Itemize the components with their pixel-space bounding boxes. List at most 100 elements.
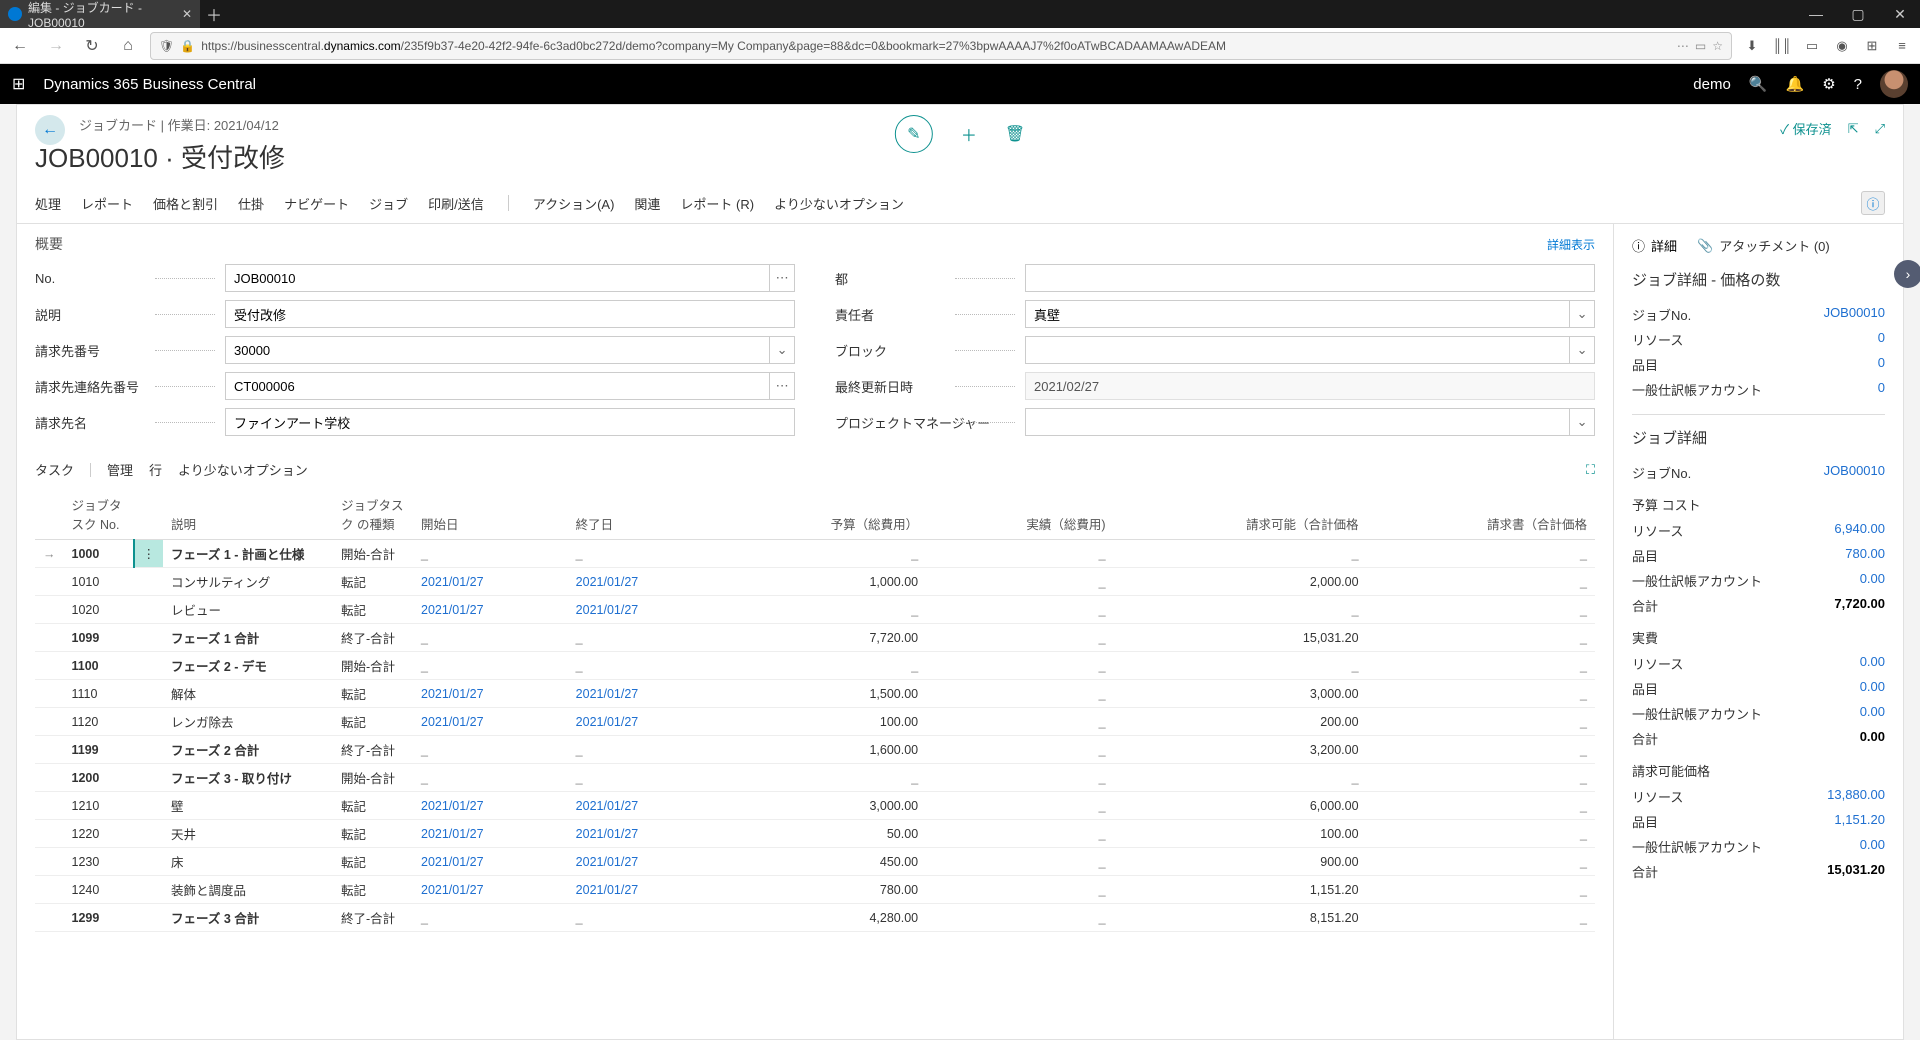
table-cell[interactable]: _ <box>926 540 1113 568</box>
field-responsible[interactable] <box>1025 300 1570 328</box>
table-cell[interactable]: _ <box>1367 568 1595 596</box>
fb-value[interactable]: 0.00 <box>1860 704 1885 723</box>
table-cell[interactable]: 転記 <box>333 568 413 596</box>
action-wip[interactable]: 仕掛 <box>238 194 264 213</box>
table-cell[interactable]: 200.00 <box>1114 708 1367 736</box>
col-invoice[interactable]: 請求書（合計価格 <box>1367 489 1595 540</box>
forward-icon[interactable]: → <box>42 32 70 60</box>
table-cell[interactable]: _ <box>926 568 1113 596</box>
table-cell[interactable]: 1220 <box>64 820 134 848</box>
col-desc[interactable]: 説明 <box>163 489 333 540</box>
table-cell[interactable]: _ <box>1367 680 1595 708</box>
field-billto[interactable] <box>225 336 770 364</box>
table-cell[interactable]: 1199 <box>64 736 134 764</box>
fb-value[interactable]: 0 <box>1878 355 1885 374</box>
table-cell[interactable]: _ <box>568 904 723 932</box>
table-cell[interactable]: 2021/01/27 <box>413 708 568 736</box>
url-bar[interactable]: 🛡 🔒 https://businesscentral.dynamics.com… <box>150 32 1732 60</box>
row-selector[interactable] <box>35 652 64 680</box>
avatar[interactable] <box>1880 70 1908 98</box>
table-cell[interactable]: 1110 <box>64 680 134 708</box>
browser-tab[interactable]: 編集 - ジョブカード - JOB00010 ✕ <box>0 0 200 28</box>
account-icon[interactable]: ◉ <box>1830 34 1854 58</box>
table-cell[interactable]: 2021/01/27 <box>413 848 568 876</box>
home-icon[interactable]: ⌂ <box>114 32 142 60</box>
fb-value[interactable]: 0.00 <box>1860 837 1885 856</box>
row-selector[interactable] <box>35 848 64 876</box>
table-cell[interactable]: 2021/01/27 <box>413 876 568 904</box>
table-cell[interactable]: 終了-合計 <box>333 904 413 932</box>
fb-value[interactable]: 0.00 <box>1860 679 1885 698</box>
menu-icon[interactable]: ≡ <box>1890 34 1914 58</box>
back-button[interactable]: ← <box>35 115 65 145</box>
table-cell[interactable]: _ <box>413 540 568 568</box>
edit-icon[interactable]: ✎ <box>895 115 933 153</box>
fb-value[interactable]: 0 <box>1878 330 1885 349</box>
table-cell[interactable]: _ <box>926 764 1113 792</box>
field-contact[interactable] <box>225 372 770 400</box>
table-cell[interactable]: 1200 <box>64 764 134 792</box>
table-cell[interactable]: 450.00 <box>722 848 926 876</box>
table-cell[interactable]: レンガ除去 <box>163 708 333 736</box>
search-icon[interactable]: 🔍 <box>1749 75 1768 93</box>
table-cell[interactable]: 3,200.00 <box>1114 736 1367 764</box>
fb-value[interactable]: 1,151.20 <box>1834 812 1885 831</box>
row-selector[interactable] <box>35 708 64 736</box>
table-cell[interactable]: 1120 <box>64 708 134 736</box>
table-cell[interactable]: _ <box>413 736 568 764</box>
fb-value[interactable]: 13,880.00 <box>1827 787 1885 806</box>
table-cell[interactable]: 開始-合計 <box>333 540 413 568</box>
reader-icon[interactable]: ▭ <box>1695 39 1706 53</box>
action-report[interactable]: レポート <box>81 194 133 213</box>
new-icon[interactable]: ＋ <box>961 122 977 146</box>
table-row[interactable]: 1210壁転記2021/01/272021/01/273,000.00_6,00… <box>35 792 1595 820</box>
row-selector[interactable] <box>35 680 64 708</box>
row-more-icon[interactable] <box>134 736 164 764</box>
row-selector[interactable] <box>35 736 64 764</box>
row-selector[interactable] <box>35 568 64 596</box>
field-desc[interactable] <box>225 300 795 328</box>
table-cell[interactable]: _ <box>1367 596 1595 624</box>
table-cell[interactable]: 転記 <box>333 708 413 736</box>
table-cell[interactable]: _ <box>1114 652 1367 680</box>
table-cell[interactable]: 8,151.20 <box>1114 904 1367 932</box>
table-cell[interactable]: フェーズ 2 - デモ <box>163 652 333 680</box>
fb-value[interactable]: 0.00 <box>1860 654 1885 673</box>
table-cell[interactable]: _ <box>926 904 1113 932</box>
col-budget[interactable]: 予算（総費用） <box>722 489 926 540</box>
table-cell[interactable]: 2021/01/27 <box>568 708 723 736</box>
action-related[interactable]: 関連 <box>634 194 660 213</box>
row-more-icon[interactable] <box>134 792 164 820</box>
table-row[interactable]: 1230床転記2021/01/272021/01/27450.00_900.00… <box>35 848 1595 876</box>
chevron-down-icon[interactable]: ⌄ <box>1570 300 1595 328</box>
tab-details[interactable]: ⓘ 詳細 <box>1632 236 1677 255</box>
table-cell[interactable]: 解体 <box>163 680 333 708</box>
action-navigate[interactable]: ナビゲート <box>284 194 349 213</box>
table-cell[interactable]: 終了-合計 <box>333 736 413 764</box>
table-cell[interactable]: 2021/01/27 <box>568 820 723 848</box>
table-row[interactable]: 1220天井転記2021/01/272021/01/2750.00_100.00… <box>35 820 1595 848</box>
col-actual[interactable]: 実績（総費用) <box>926 489 1113 540</box>
table-row[interactable]: →1000⋮フェーズ 1 - 計画と仕様開始-合計______ <box>35 540 1595 568</box>
action-price[interactable]: 価格と割引 <box>153 194 218 213</box>
table-cell[interactable]: 15,031.20 <box>1114 624 1367 652</box>
row-selector[interactable] <box>35 820 64 848</box>
table-cell[interactable]: _ <box>413 624 568 652</box>
table-cell[interactable]: 6,000.00 <box>1114 792 1367 820</box>
table-cell[interactable]: 1,000.00 <box>722 568 926 596</box>
table-cell[interactable]: 1000 <box>64 540 134 568</box>
lookup-icon[interactable]: ⋯ <box>770 372 795 400</box>
side-expand-button[interactable]: › <box>1894 260 1920 288</box>
help-icon[interactable]: ? <box>1854 76 1862 93</box>
table-cell[interactable]: 終了-合計 <box>333 624 413 652</box>
app-launcher-icon[interactable]: ⊞ <box>12 74 25 94</box>
table-cell[interactable]: _ <box>1367 848 1595 876</box>
row-selector[interactable] <box>35 764 64 792</box>
table-cell[interactable]: 50.00 <box>722 820 926 848</box>
close-icon[interactable]: ✕ <box>182 7 192 21</box>
row-selector[interactable] <box>35 876 64 904</box>
delete-icon[interactable]: 🗑 <box>1005 124 1025 144</box>
collapse-icon[interactable]: ⤢ <box>1875 121 1885 137</box>
share-icon[interactable]: ⇱ <box>1848 121 1859 137</box>
table-cell[interactable]: 1099 <box>64 624 134 652</box>
